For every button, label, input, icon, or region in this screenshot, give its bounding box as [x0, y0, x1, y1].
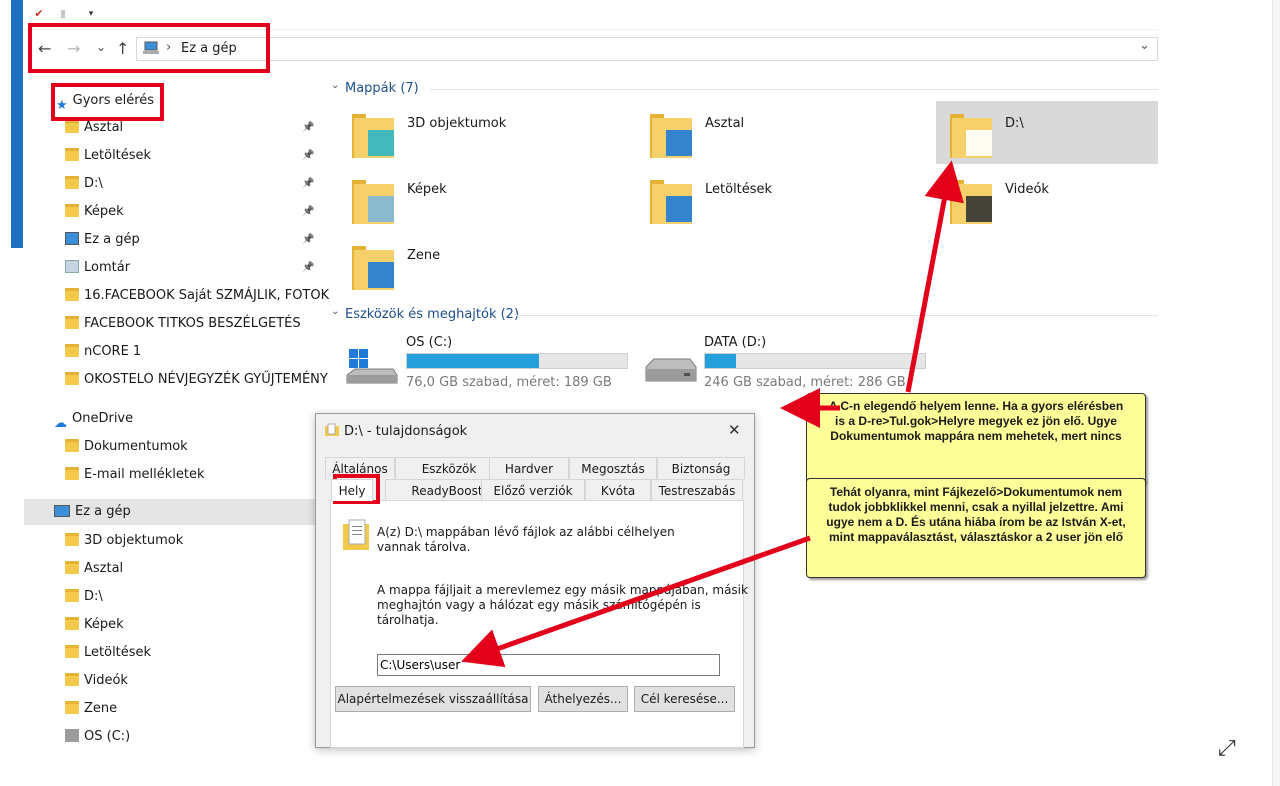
tab-location[interactable]: Hely	[331, 479, 373, 501]
expand-icon[interactable]: ⤢	[1218, 736, 1236, 761]
annotation-arrows	[461, 160, 964, 668]
arrow-to-d-folder	[905, 160, 964, 393]
arrow-to-path	[461, 535, 811, 668]
